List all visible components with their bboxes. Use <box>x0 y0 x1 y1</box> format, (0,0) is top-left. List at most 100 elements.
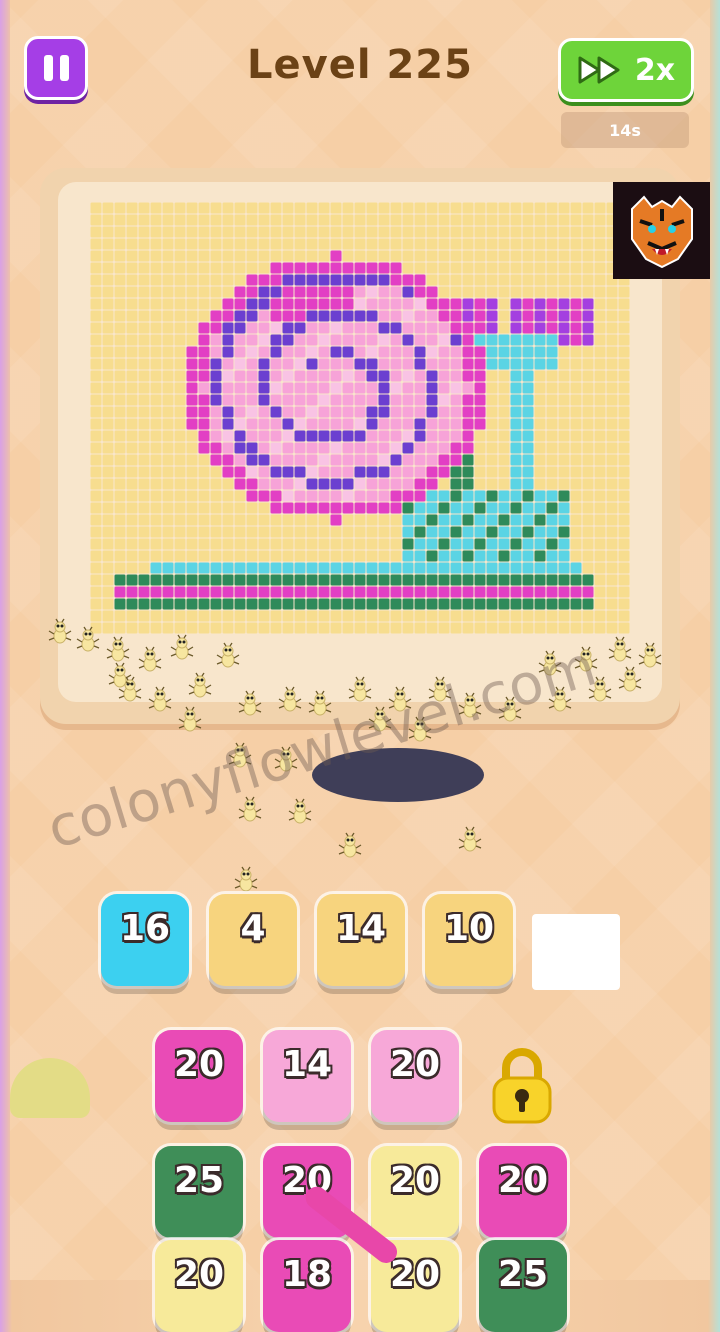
pixel-cell <box>90 214 102 226</box>
pixel-cell <box>438 310 450 322</box>
pixel-cell <box>114 358 126 370</box>
pixel-cell <box>294 502 306 514</box>
pixel-cell <box>558 442 570 454</box>
pixel-cell <box>354 358 366 370</box>
color-tile[interactable]: 25 <box>155 1146 243 1238</box>
empty-queue-slot[interactable] <box>532 914 620 990</box>
color-tile[interactable]: 20 <box>155 1030 243 1122</box>
pixel-cell <box>186 574 198 586</box>
pixel-cell <box>150 382 162 394</box>
pixel-cell <box>114 562 126 574</box>
pixel-cell <box>150 478 162 490</box>
pixel-cell <box>414 526 426 538</box>
pixel-cell <box>294 610 306 622</box>
pixel-cell <box>570 334 582 346</box>
pixel-cell <box>426 454 438 466</box>
color-tile[interactable]: 25 <box>479 1240 567 1332</box>
pixel-cell <box>606 586 618 598</box>
pixel-cell <box>582 418 594 430</box>
pixel-cell <box>510 442 522 454</box>
pixel-cell <box>162 298 174 310</box>
pixel-cell <box>198 430 210 442</box>
pixel-cell <box>282 598 294 610</box>
pixel-cell <box>546 622 558 634</box>
color-tile[interactable]: 4 <box>209 894 297 986</box>
pixel-cell <box>462 418 474 430</box>
pixel-cell <box>102 538 114 550</box>
pixel-cell <box>426 262 438 274</box>
pixel-cell <box>582 202 594 214</box>
pixel-cell <box>546 562 558 574</box>
pixel-cell <box>366 514 378 526</box>
pixel-cell <box>534 538 546 550</box>
color-tile[interactable]: 14 <box>317 894 405 986</box>
pixel-cell <box>366 418 378 430</box>
pixel-cell <box>486 226 498 238</box>
pixel-cell <box>126 610 138 622</box>
pixel-cell <box>438 238 450 250</box>
pixel-cell <box>402 394 414 406</box>
pixel-cell <box>366 322 378 334</box>
pixel-cell <box>522 358 534 370</box>
pixel-cell <box>390 406 402 418</box>
pixel-cell <box>594 370 606 382</box>
color-tile[interactable]: 20 <box>479 1146 567 1238</box>
pixel-cell <box>546 466 558 478</box>
pixel-cell <box>510 586 522 598</box>
color-tile[interactable]: 14 <box>263 1030 351 1122</box>
pixel-cell <box>522 502 534 514</box>
pixel-cell <box>354 334 366 346</box>
pixel-cell <box>366 502 378 514</box>
color-tile[interactable]: 20 <box>371 1030 459 1122</box>
color-tile[interactable]: 20 <box>371 1146 459 1238</box>
pixel-cell <box>402 490 414 502</box>
speed-2x-button[interactable]: 2x <box>558 38 694 102</box>
pixel-cell <box>522 478 534 490</box>
pixel-cell <box>474 598 486 610</box>
pixel-cell <box>438 598 450 610</box>
pixel-cell <box>534 262 546 274</box>
padlock-icon[interactable] <box>488 1046 556 1126</box>
pixel-cell <box>510 550 522 562</box>
pixel-cell <box>522 202 534 214</box>
pixel-cell <box>378 202 390 214</box>
pixel-cell <box>498 346 510 358</box>
pixel-cell <box>234 478 246 490</box>
pixel-cell <box>522 430 534 442</box>
color-tile[interactable]: 10 <box>425 894 513 986</box>
pixel-cell <box>186 394 198 406</box>
pixel-cell <box>306 262 318 274</box>
pixel-art-board <box>90 202 630 634</box>
pixel-cell <box>210 214 222 226</box>
pixel-cell <box>390 394 402 406</box>
pixel-cell <box>114 406 126 418</box>
pixel-cell <box>522 466 534 478</box>
pixel-cell <box>402 370 414 382</box>
pixel-cell <box>114 310 126 322</box>
pixel-cell <box>438 490 450 502</box>
pixel-cell <box>594 610 606 622</box>
pixel-cell <box>462 586 474 598</box>
pixel-cell <box>570 406 582 418</box>
pixel-cell <box>414 394 426 406</box>
pixel-cell <box>498 382 510 394</box>
pixel-cell <box>534 334 546 346</box>
pixel-cell <box>90 286 102 298</box>
pixel-cell <box>378 562 390 574</box>
pixel-cell <box>522 226 534 238</box>
color-tile[interactable]: 16 <box>101 894 189 986</box>
pixel-cell <box>138 502 150 514</box>
pixel-cell <box>342 610 354 622</box>
pixel-cell <box>282 418 294 430</box>
pixel-cell <box>318 550 330 562</box>
pixel-cell <box>198 394 210 406</box>
pixel-cell <box>366 454 378 466</box>
pixel-cell <box>282 394 294 406</box>
color-tile[interactable]: 20 <box>155 1240 243 1332</box>
color-tile[interactable]: 18 <box>263 1240 351 1332</box>
pixel-cell <box>282 466 294 478</box>
pixel-cell <box>186 226 198 238</box>
pixel-cell <box>342 418 354 430</box>
pixel-cell <box>246 358 258 370</box>
pixel-cell <box>462 226 474 238</box>
